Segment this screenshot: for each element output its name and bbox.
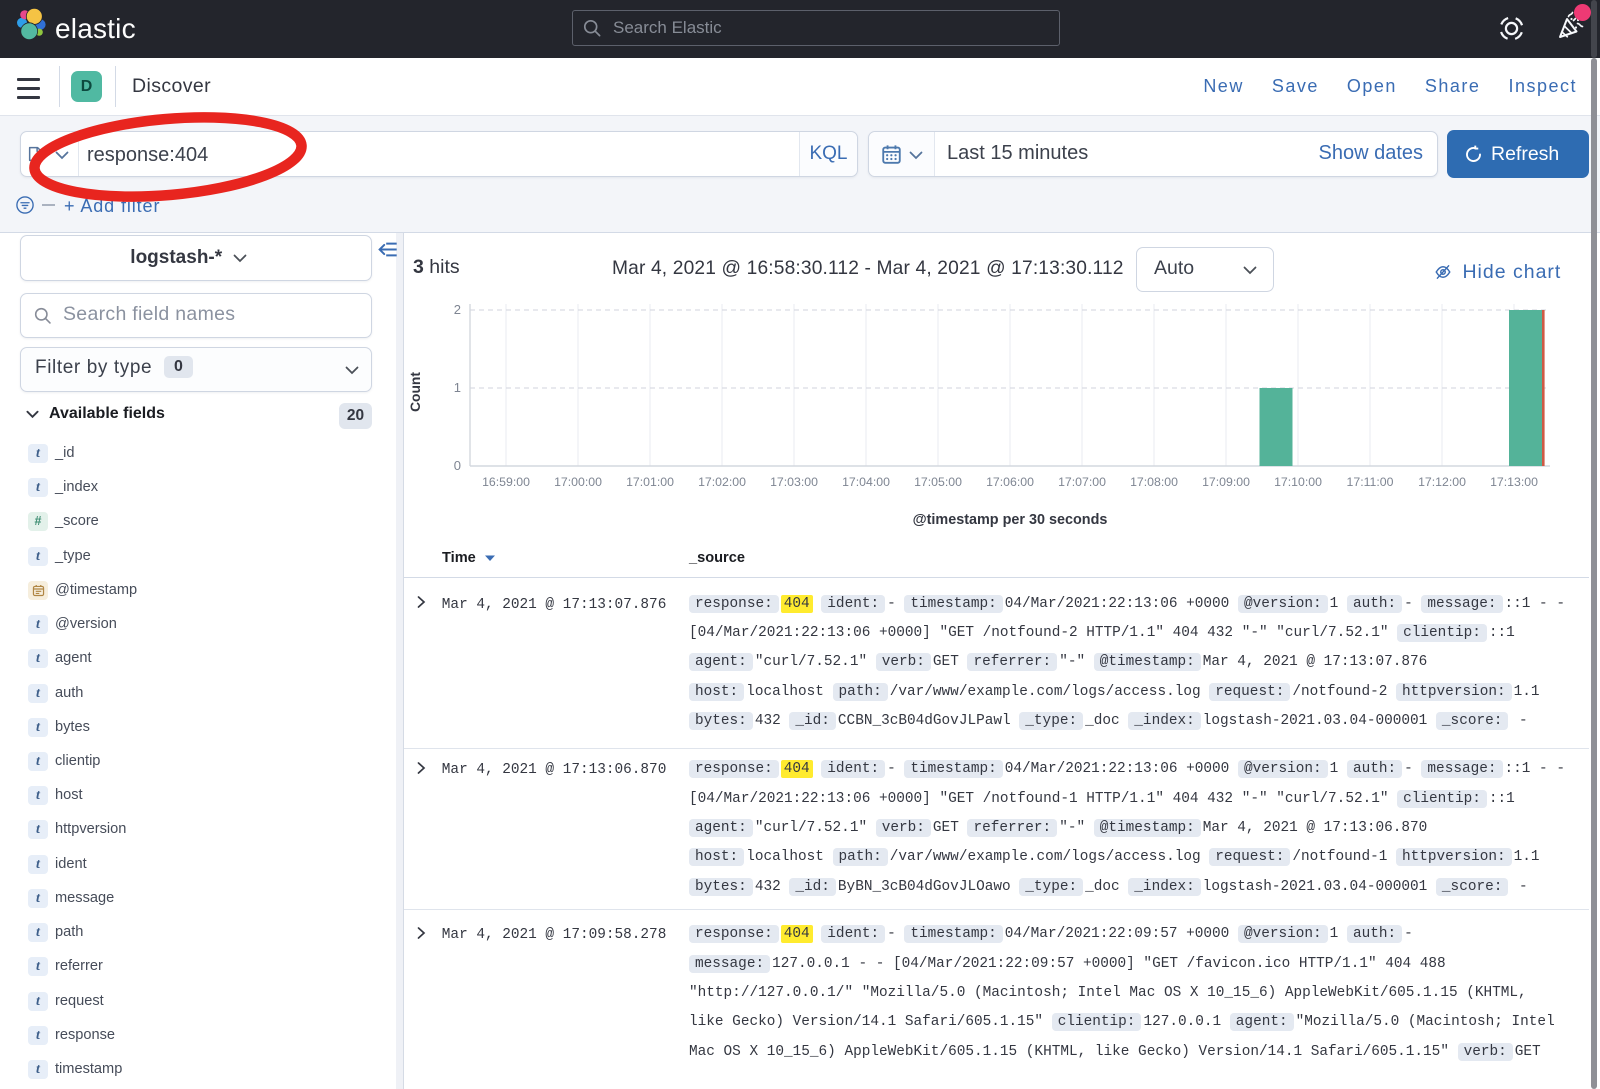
svg-text:17:09:00: 17:09:00 [1202,475,1250,489]
svg-text:17:11:00: 17:11:00 [1347,475,1394,489]
svg-text:17:04:00: 17:04:00 [842,475,890,489]
svg-text:Count: Count [408,372,423,412]
svg-text:17:13:00: 17:13:00 [1490,475,1538,489]
svg-text:17:02:00: 17:02:00 [698,475,746,489]
svg-text:17:12:00: 17:12:00 [1418,475,1466,489]
svg-text:17:07:00: 17:07:00 [1058,475,1106,489]
svg-text:17:10:00: 17:10:00 [1274,475,1322,489]
svg-text:17:03:00: 17:03:00 [770,475,818,489]
svg-text:2: 2 [454,302,461,317]
svg-text:@timestamp per 30 seconds: @timestamp per 30 seconds [913,512,1108,528]
svg-text:17:00:00: 17:00:00 [554,475,602,489]
svg-text:1: 1 [454,380,461,395]
svg-text:17:05:00: 17:05:00 [914,475,962,489]
svg-text:17:01:00: 17:01:00 [626,475,674,489]
svg-text:0: 0 [454,458,461,473]
svg-text:16:59:00: 16:59:00 [482,475,530,489]
svg-text:17:08:00: 17:08:00 [1130,475,1178,489]
svg-text:17:06:00: 17:06:00 [986,475,1034,489]
